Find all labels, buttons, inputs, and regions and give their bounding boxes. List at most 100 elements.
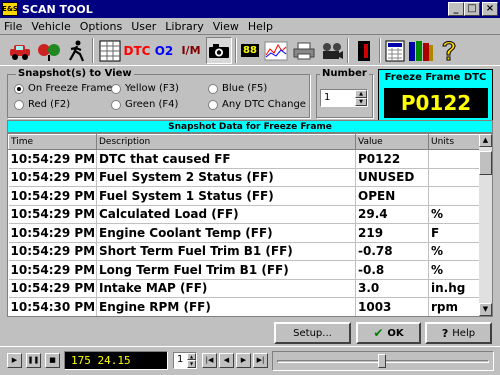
cell-description: Intake MAP (FF) — [96, 279, 356, 298]
scroll-thumb[interactable] — [479, 151, 492, 175]
table-row[interactable]: 10:54:30 PM Engine RPM (FF) 1003 rpm — [8, 297, 481, 316]
cell-time: 10:54:29 PM — [8, 149, 97, 169]
freeze-frame-dtc-panel: Freeze Frame DTC P0122 — [378, 69, 493, 122]
table-row[interactable]: 10:54:29 PM Long Term Fuel Trim B1 (FF) -0… — [8, 260, 481, 280]
app-icon[interactable]: E&S — [2, 2, 18, 16]
last-frame-icon[interactable]: ▶| — [253, 353, 268, 368]
radio-blue[interactable]: Blue (F5) — [208, 83, 267, 94]
first-frame-icon[interactable]: |◀ — [202, 353, 217, 368]
snapshot-data-grid[interactable]: Time Description Value Units 10:54:29 PM… — [7, 133, 493, 317]
digital-display-icon[interactable]: 88 — [240, 37, 260, 64]
radio-dot — [111, 99, 121, 110]
radio-green[interactable]: Green (F4) — [111, 99, 178, 110]
cell-units — [428, 168, 481, 187]
next-frame-icon[interactable]: ▶ — [236, 353, 251, 368]
table-row[interactable]: 10:54:29 PM Fuel System 2 Status (FF) UNUS… — [8, 168, 481, 187]
number-spinner[interactable]: 1 ▲ ▼ — [320, 89, 368, 107]
col-header-units[interactable]: Units — [428, 134, 481, 150]
menu-view[interactable]: View — [213, 20, 239, 33]
cell-description: Fuel System 1 Status (FF) — [96, 186, 356, 206]
spin-down-button[interactable]: ▼ — [355, 98, 367, 106]
cell-value: -0.8 — [355, 260, 429, 280]
frame-spinner[interactable]: 1 ▲ ▼ — [173, 352, 197, 369]
snapshot-group-label: Snapshot(s) to View — [16, 68, 134, 79]
prev-frame-icon[interactable]: ◀ — [219, 353, 234, 368]
table-row[interactable]: 10:54:29 PM Intake MAP (FF) 3.0 in.hg — [8, 279, 481, 298]
o2-button[interactable]: O2 — [153, 37, 175, 64]
printer-icon[interactable] — [292, 37, 316, 64]
im-button[interactable]: I/M — [180, 37, 202, 64]
spin-up-button[interactable]: ▲ — [355, 90, 367, 98]
radio-on-freeze-frame[interactable]: On Freeze Frame — [14, 83, 112, 94]
col-header-value[interactable]: Value — [355, 134, 429, 150]
col-header-description[interactable]: Description — [96, 134, 356, 150]
menu-user[interactable]: User — [131, 20, 156, 33]
vertical-scrollbar[interactable]: ▲ ▼ — [479, 134, 492, 316]
radio-yellow[interactable]: Yellow (F3) — [111, 83, 179, 94]
help-button[interactable]: ? Help — [425, 322, 492, 344]
play-icon[interactable]: ▶ — [7, 353, 22, 368]
radio-label: Yellow (F3) — [125, 83, 179, 94]
recorder-icon[interactable] — [320, 37, 344, 64]
help-question-icon[interactable] — [438, 37, 460, 64]
cell-value: 1003 — [355, 297, 429, 316]
table-row[interactable]: 10:54:29 PM Engine Coolant Temp (FF) 219 F — [8, 223, 481, 243]
number-value: 1 — [324, 92, 331, 103]
status-readout: 175 24.15 — [64, 351, 168, 370]
cell-value: 29.4 — [355, 205, 429, 224]
cell-units — [428, 186, 481, 206]
radio-red[interactable]: Red (F2) — [14, 99, 70, 110]
vehicle-car-icon[interactable] — [8, 37, 32, 64]
table-row[interactable]: 10:54:29 PM Fuel System 1 Status (FF) OPEN — [8, 186, 481, 206]
minimize-button[interactable]: _ — [448, 2, 464, 16]
scroll-down-button[interactable]: ▼ — [479, 303, 492, 316]
menu-file[interactable]: File — [4, 20, 22, 33]
menu-options[interactable]: Options — [80, 20, 122, 33]
dtc-button[interactable]: DTC — [124, 37, 151, 64]
menu-library[interactable]: Library — [165, 20, 203, 33]
slider-thumb[interactable] — [378, 354, 386, 368]
calculator-icon[interactable] — [384, 37, 406, 64]
pause-icon[interactable]: ❚❚ — [26, 353, 41, 368]
cell-units: rpm — [428, 297, 481, 316]
data-table: Time Description Value Units 10:54:29 PM… — [8, 134, 481, 316]
cell-units: % — [428, 260, 481, 280]
library-books-icon[interactable] — [408, 37, 434, 64]
setup-button[interactable]: Setup... — [274, 322, 351, 344]
maximize-button[interactable]: □ — [464, 2, 480, 16]
cell-description: Long Term Fuel Trim B1 (FF) — [96, 260, 356, 280]
playback-slider[interactable] — [272, 351, 494, 371]
table-row[interactable]: 10:54:29 PM Short Term Fuel Trim B1 (FF) -… — [8, 242, 481, 261]
grid-caption: Snapshot Data for Freeze Frame — [7, 120, 493, 133]
exit-door-icon[interactable] — [352, 37, 376, 64]
menu-help[interactable]: Help — [248, 20, 273, 33]
table-row[interactable]: 10:54:29 PM Calculated Load (FF) 29.4% — [8, 205, 481, 224]
connector-icon[interactable] — [36, 37, 62, 64]
radio-dot — [14, 99, 24, 110]
stop-icon[interactable]: ■ — [45, 353, 60, 368]
close-button[interactable]: × — [482, 2, 498, 16]
cell-units: F — [428, 223, 481, 243]
camera-icon[interactable] — [206, 37, 232, 64]
col-header-time[interactable]: Time — [8, 134, 97, 150]
frame-down-button[interactable]: ▼ — [187, 360, 196, 368]
table-row[interactable]: 10:54:29 PM DTC that caused FF P0122 — [8, 149, 481, 169]
snapshot-group: Snapshot(s) to View On Freeze Frame Yell… — [7, 68, 310, 118]
radio-label: Green (F4) — [125, 99, 179, 110]
cell-description: Calculated Load (FF) — [96, 205, 356, 224]
cell-time: 10:54:29 PM — [8, 205, 97, 224]
radio-dot — [208, 83, 218, 94]
frame-up-button[interactable]: ▲ — [187, 353, 196, 360]
ok-button[interactable]: ✔ OK — [356, 322, 421, 344]
cell-description: DTC that caused FF — [96, 149, 356, 169]
graph-icon[interactable] — [264, 37, 288, 64]
data-list-icon[interactable] — [98, 37, 122, 64]
cell-units: % — [428, 205, 481, 224]
cell-time: 10:54:30 PM — [8, 297, 97, 316]
cell-description: Fuel System 2 Status (FF) — [96, 168, 356, 187]
cell-units — [428, 149, 481, 169]
radio-any-dtc-change[interactable]: Any DTC Change — [208, 99, 306, 110]
scroll-up-button[interactable]: ▲ — [479, 134, 492, 147]
exit-runner-icon[interactable] — [66, 37, 88, 64]
menu-vehicle[interactable]: Vehicle — [31, 20, 70, 33]
